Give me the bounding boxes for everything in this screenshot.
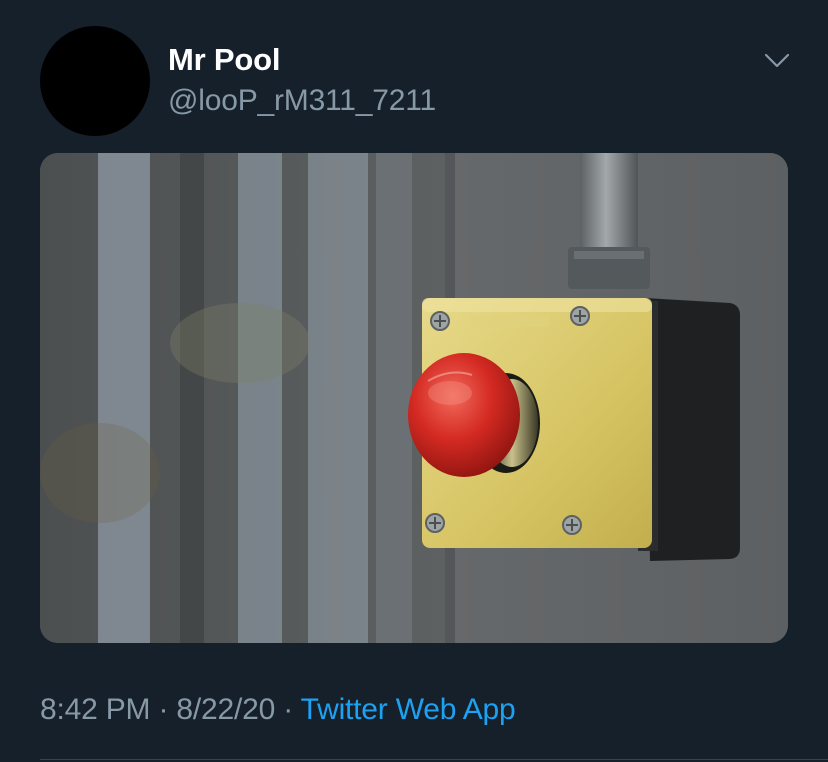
meta-separator: · [283,693,294,726]
tweet-menu-button[interactable] [762,46,792,76]
divider [40,759,828,760]
display-name[interactable]: Mr Pool [168,42,280,78]
user-handle[interactable]: @looP_rM311_7211 [168,84,436,118]
avatar[interactable] [40,26,150,136]
tweet-date[interactable]: 8/22/20 [176,693,275,726]
tweet: Mr Pool @looP_rM311_7211 8:42 PM · 8/22/… [0,0,828,762]
tweet-photo[interactable] [40,153,788,643]
chevron-down-icon [764,53,790,68]
meta-separator: · [158,693,169,726]
tweet-metadata: 8:42 PM · 8/22/20 · Twitter Web App [40,693,516,727]
emergency-stop-button-photo [40,153,788,643]
tweet-time[interactable]: 8:42 PM [40,693,151,726]
tweet-source-link[interactable]: Twitter Web App [301,693,516,726]
